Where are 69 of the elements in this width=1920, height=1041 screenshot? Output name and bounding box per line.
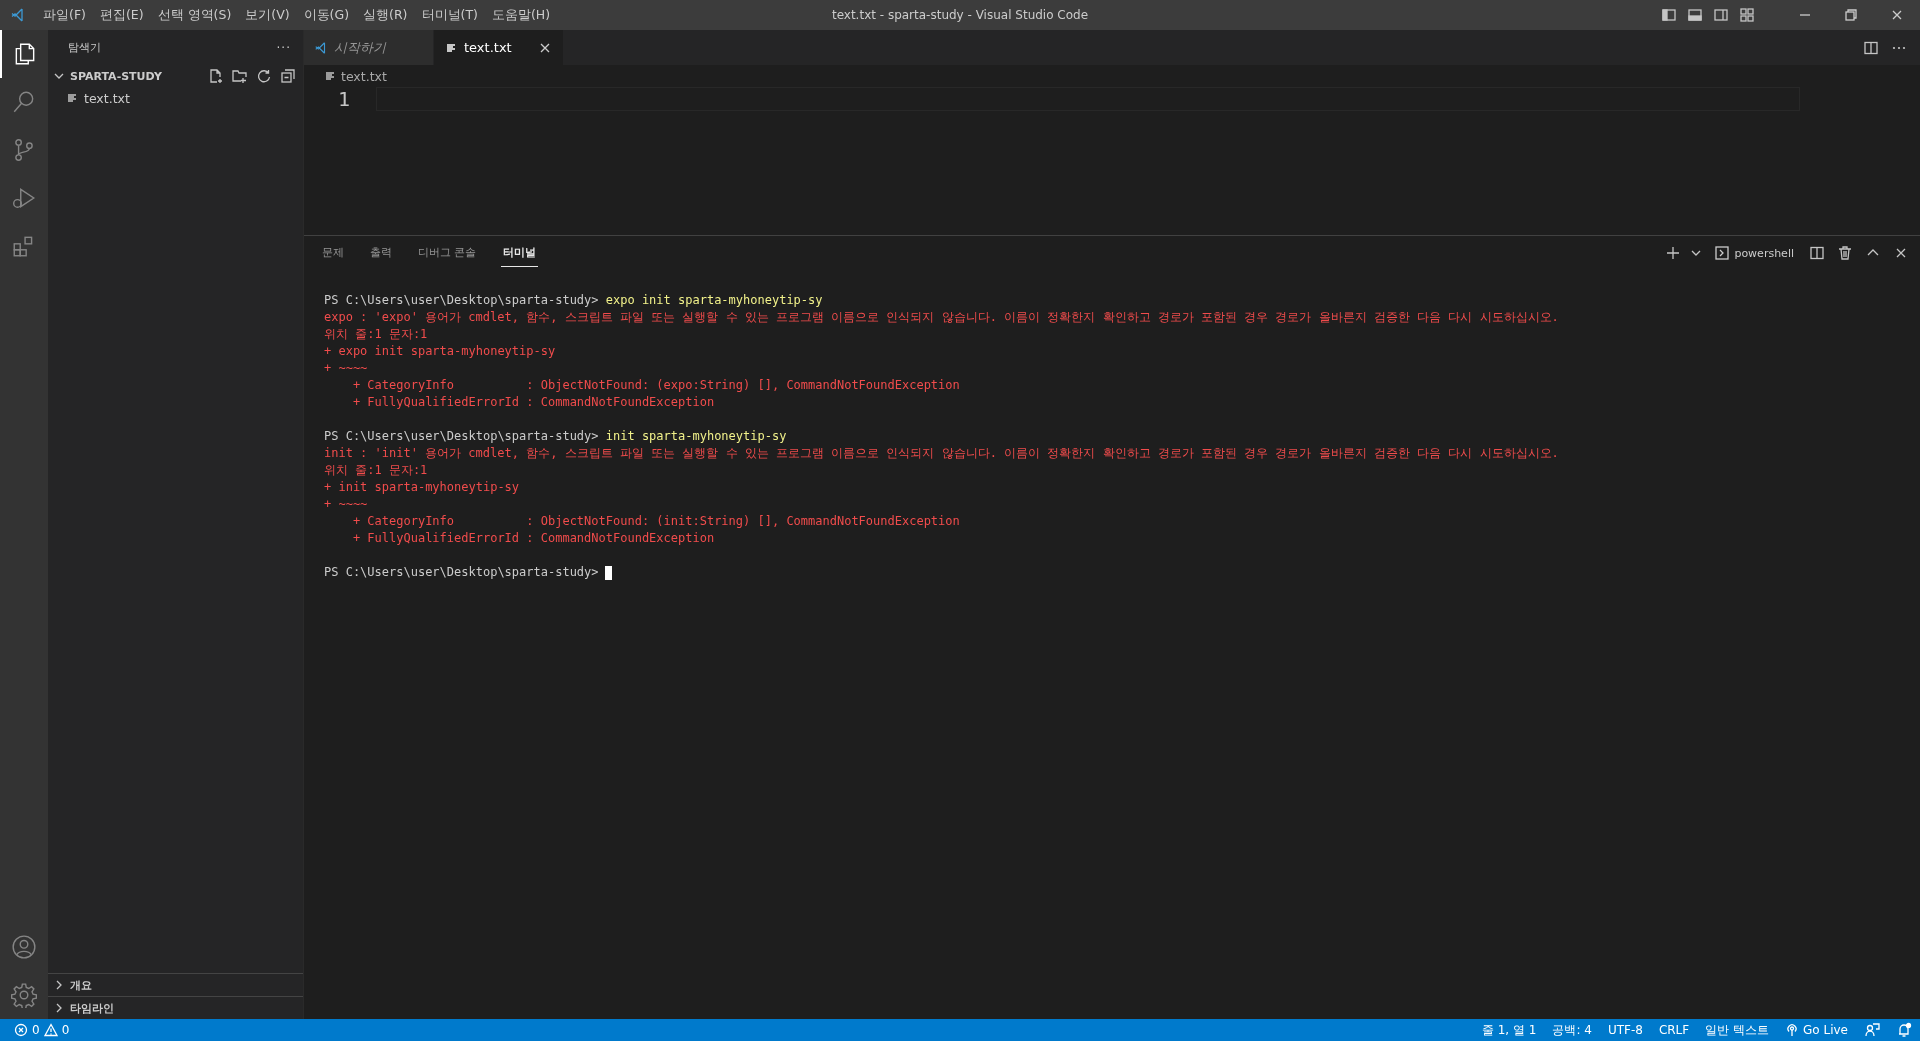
menu-item[interactable]: 편집(E) [92,0,151,30]
menu-item[interactable]: 파일(F) [36,0,93,30]
command-text: expo init sparta-myhoneytip-sy [604,293,823,307]
panel-tab[interactable]: 터미널 [500,239,538,267]
logo-icon [314,40,328,55]
status-item[interactable]: 줄 1, 열 1 [1473,1019,1545,1041]
broadcast-icon [1785,1023,1800,1037]
app-logo-icon [10,7,26,23]
section-title: 타임라인 [70,1000,114,1016]
error-text: 위치 줄:1 문자:1 [324,326,429,343]
tab-label: text.txt [464,40,512,55]
editor-tab[interactable]: 시작하기 [304,30,434,65]
panel-tab[interactable]: 출력 [368,239,394,267]
status-item[interactable]: 공백: 4 [1544,1019,1600,1041]
terminal-icon [1714,245,1731,261]
new-file-icon[interactable] [207,67,225,85]
prompt-text: PS C:\Users\user\Desktop\sparta-study> [324,565,599,579]
more-actions-button[interactable]: ··· [276,40,291,55]
go-live-button[interactable]: Go Live [1777,1019,1856,1041]
editor-tab[interactable]: text.txt [434,30,564,65]
error-text: expo : 'expo' 용어가 cmdlet, 함수, 스크립트 파일 또는 실행할 수 있는 프로그램 이름으로 인식되지 않습니다. 이름이 정확한지 확인하고 경로가 포함된 경우 경로가 올바른지 검증한 다음 다시 시도하십시오. [324,309,1560,326]
refresh-icon[interactable] [255,67,273,85]
status-item[interactable]: CRLF [1650,1019,1698,1041]
warning-count: 0 [61,1023,70,1037]
error-text: + FullyQualifiedErrorId : CommandNotFoundException [351,530,716,547]
terminal-selector[interactable]: powershell [1714,245,1794,261]
error-icon [14,1023,28,1037]
error-text: + init sparta-myhoneytip-sy [324,479,521,496]
section-header[interactable]: 개요 [48,973,303,996]
collapse-all-icon[interactable] [279,67,297,85]
error-text: 위치 줄:1 문자:1 [324,462,429,479]
error-text: + FullyQualifiedErrorId : CommandNotFoundException [351,394,716,411]
prompt-text: PS C:\Users\user\Desktop\sparta-study> [324,429,599,443]
text-file-icon [324,70,336,82]
shell-name: powershell [1734,246,1794,260]
menu-item[interactable]: 도움말(H) [484,0,558,30]
file-name: text.txt [84,90,130,106]
panel-tab[interactable]: 디버그 콘솔 [416,239,479,267]
error-text: + ~~~~ [324,360,369,377]
error-text: + ~~~~ [324,496,369,513]
status-item[interactable]: 일반 텍스트 [1697,1019,1778,1041]
sidebar-title: 탐색기 [68,40,101,55]
problems-indicator[interactable]: 0 0 [0,1019,78,1041]
status-item[interactable]: UTF-8 [1599,1019,1651,1041]
menu-item[interactable]: 실행(R) [356,0,415,30]
error-text: + CategoryInfo : ObjectNotFound: (expo:String) [], CommandNotFoundException [351,377,961,394]
section-title: 개요 [70,977,92,993]
menu-item[interactable]: 보기(V) [238,0,297,30]
panel-tab[interactable]: 문제 [320,239,346,267]
menu-item[interactable]: 선택 영역(S) [150,0,239,30]
file-item[interactable]: text.txt [48,87,303,109]
error-count: 0 [32,1023,40,1037]
error-text: + expo init sparta-myhoneytip-sy [324,343,557,360]
text-file-icon [66,92,78,104]
folder-name: SPARTA-STUDY [70,69,162,83]
new-folder-icon[interactable] [231,67,249,85]
menu-item[interactable]: 이동(G) [296,0,357,30]
command-text: init sparta-myhoneytip-sy [604,429,787,443]
error-text: init : 'init' 용어가 cmdlet, 함수, 스크립트 파일 또는 실행할 수 있는 프로그램 이름으로 인식되지 않습니다. 이름이 정확한지 확인하고 경로가 포함된 경우 경로가 올바른지 검증한 다음 다시 시도하십시오. [324,445,1560,462]
prompt-text: PS C:\Users\user\Desktop\sparta-study> [324,293,599,307]
breadcrumb[interactable]: text.txt [304,65,387,87]
menu-item[interactable]: 터미널(T) [414,0,485,30]
warning-icon [43,1023,58,1037]
breadcrumb-item[interactable]: text.txt [341,68,387,84]
tab-label: 시작하기 [334,38,386,57]
folder-header[interactable]: SPARTA-STUDY [48,65,303,87]
window-title: text.txt - sparta-study - Visual Studio Code [831,8,1089,22]
error-text: + CategoryInfo : ObjectNotFound: (init:String) [], CommandNotFoundException [351,513,961,530]
line-number: 1 [336,87,351,111]
